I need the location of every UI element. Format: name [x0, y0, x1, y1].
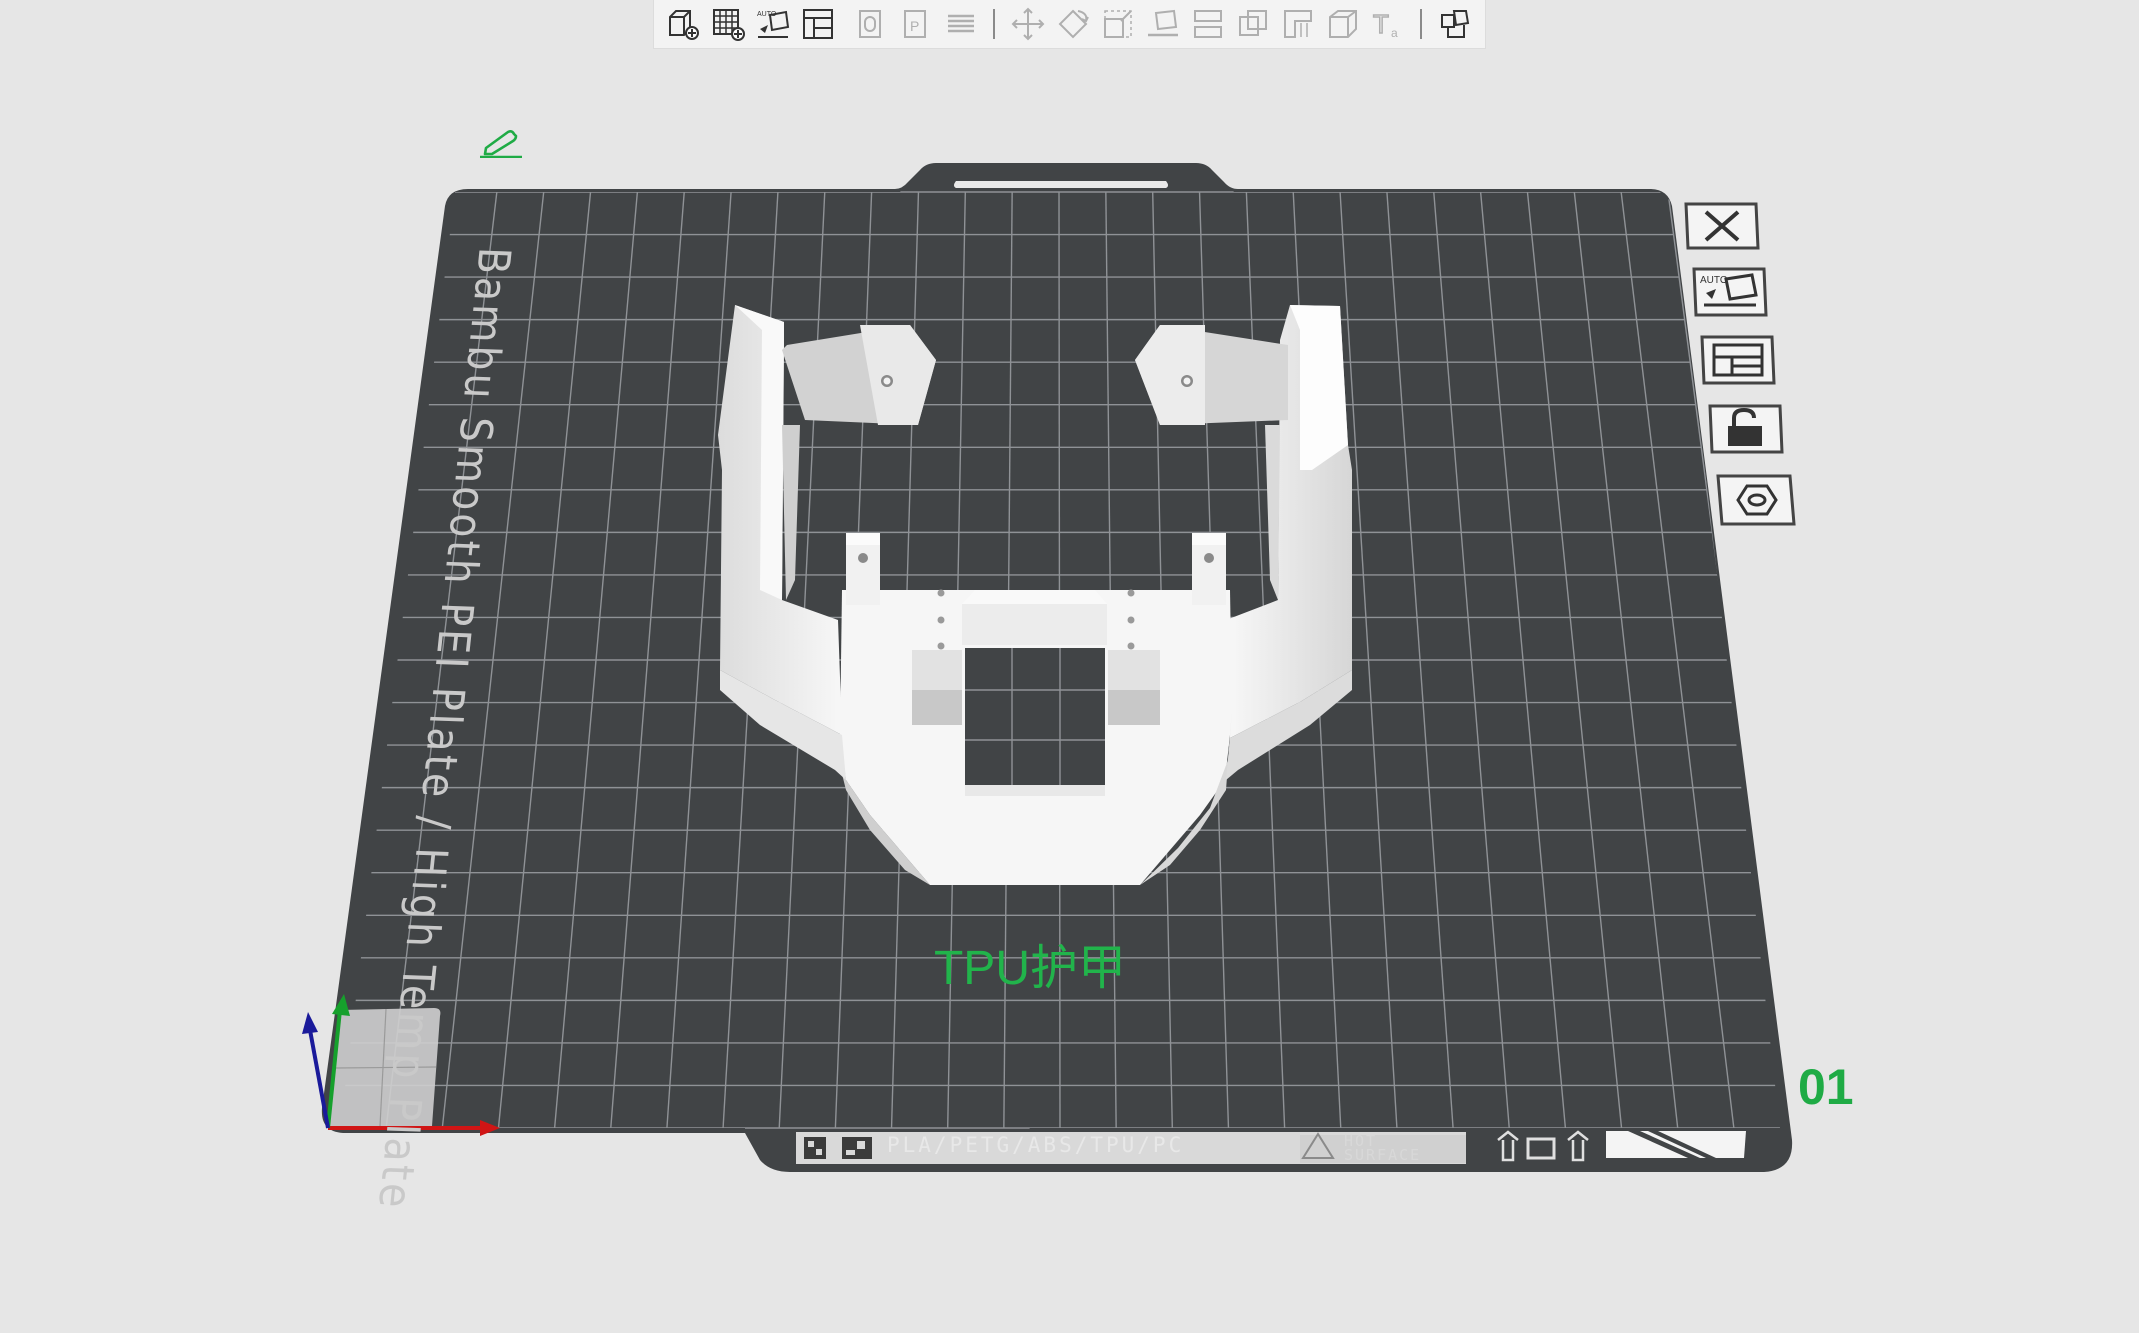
hot-surface-label: HOT SURFACE	[1344, 1132, 1422, 1164]
layers-button[interactable]	[941, 4, 981, 44]
close-plate-button[interactable]	[1682, 200, 1762, 252]
arrange-button[interactable]	[798, 4, 838, 44]
boolean-button[interactable]	[1233, 4, 1273, 44]
lay-on-face-icon	[1147, 9, 1178, 37]
move-button[interactable]	[1008, 4, 1048, 44]
assembly-view-icon	[1440, 10, 1469, 38]
scale-button[interactable]	[1098, 4, 1138, 44]
arrange-plate-button[interactable]	[1698, 333, 1778, 387]
plate-number-label: 01	[1798, 1059, 1854, 1115]
add-cube-icon	[668, 10, 699, 40]
support-paint-button[interactable]	[1278, 4, 1318, 44]
copy-page-icon	[858, 10, 881, 38]
edit-plate-name-icon[interactable]	[478, 128, 522, 159]
arrange-icon	[802, 9, 833, 39]
add-plate-grid-icon	[712, 9, 745, 41]
toolbar-separator	[993, 9, 995, 39]
svg-text:a: a	[1391, 26, 1398, 40]
svg-text:T: T	[1373, 9, 1389, 39]
move-icon	[1011, 7, 1044, 41]
cut-icon	[1193, 10, 1222, 38]
3d-viewport[interactable]: Bambu Smooth PEI Plate / High Temp Plate…	[0, 0, 2139, 1333]
seam-paint-button[interactable]	[1323, 4, 1363, 44]
plate-settings-button[interactable]	[1714, 472, 1798, 528]
main-toolbar: AUTO P Ta	[653, 0, 1486, 49]
layers-icon	[947, 14, 974, 33]
text-emboss-icon: Ta	[1372, 8, 1398, 40]
plate-materials-label: PLA/PETG/ABS/TPU/PC	[887, 1133, 1185, 1157]
plate-name-label[interactable]: TPU护甲	[0, 928, 2060, 998]
scale-icon	[1103, 10, 1132, 38]
lock-plate-button[interactable]	[1706, 402, 1786, 456]
paste-button[interactable]: P	[896, 4, 936, 44]
svg-text:AUTO: AUTO	[1700, 275, 1728, 286]
add-object-button[interactable]	[663, 4, 703, 44]
text-emboss-button[interactable]: Ta	[1368, 4, 1408, 44]
support-paint-icon	[1283, 10, 1312, 38]
paste-page-icon: P	[903, 10, 926, 38]
boolean-icon	[1238, 10, 1267, 36]
copy-button[interactable]	[851, 4, 891, 44]
rotate-button[interactable]	[1053, 4, 1093, 44]
svg-text:P: P	[910, 18, 919, 34]
add-plate-button[interactable]	[708, 4, 748, 44]
assembly-view-button[interactable]	[1435, 4, 1475, 44]
auto-orient-icon: AUTO	[757, 10, 789, 38]
toolbar-separator	[1420, 9, 1422, 39]
rotate-icon	[1058, 9, 1089, 39]
cut-button[interactable]	[1188, 4, 1228, 44]
auto-orient-plate-button[interactable]: AUTO	[1690, 265, 1770, 319]
auto-orient-button[interactable]: AUTO	[753, 4, 793, 44]
lay-on-face-button[interactable]	[1143, 4, 1183, 44]
seam-paint-icon	[1328, 10, 1357, 38]
